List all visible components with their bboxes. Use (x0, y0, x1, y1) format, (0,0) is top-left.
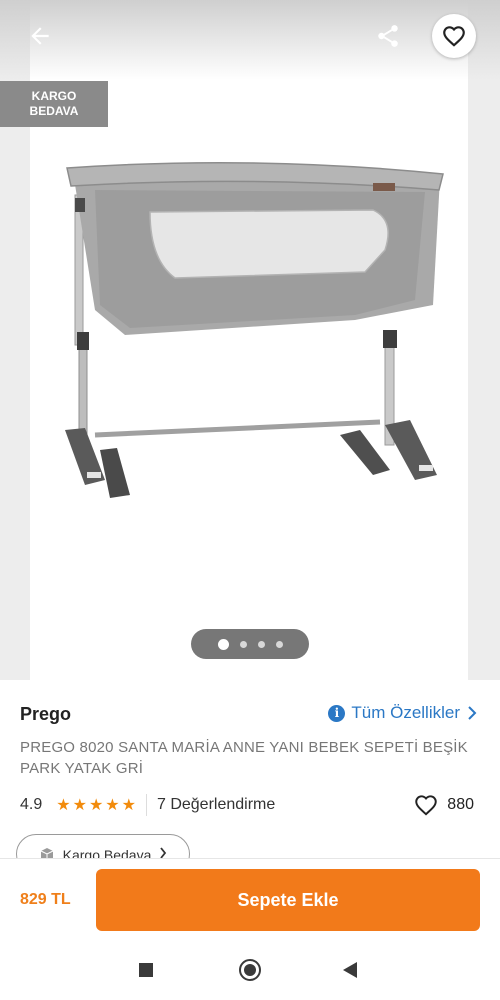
star-icon: ★ (72, 797, 87, 814)
gallery-pager[interactable] (191, 629, 309, 659)
free-shipping-badge: KARGO BEDAVA (0, 81, 108, 127)
product-price: 829 TL (20, 891, 71, 908)
product-title: PREGO 8020 SANTA MARİA ANNE YANI BEBEK S… (20, 739, 468, 777)
rating-value: 4.9 (20, 796, 43, 813)
like-button[interactable]: 880 (413, 792, 474, 818)
favorite-button[interactable] (432, 14, 476, 58)
divider (145, 794, 147, 816)
recent-apps-icon[interactable] (139, 963, 153, 977)
star-icon: ★ (121, 797, 136, 814)
share-button[interactable] (370, 18, 406, 54)
product-gallery[interactable]: KARGO BEDAVA (0, 0, 500, 680)
chevron-right-icon (468, 706, 477, 720)
brand-name[interactable]: Prego (20, 704, 71, 725)
add-to-cart-button[interactable]: Sepete Ekle (96, 869, 480, 931)
pager-dot[interactable] (239, 640, 247, 648)
arrow-left-icon (31, 27, 49, 45)
pager-dot[interactable] (275, 640, 283, 648)
star-icon: ★ (88, 797, 104, 814)
all-features-link[interactable]: i Tüm Özellikler (328, 703, 478, 723)
header-gradient (0, 0, 500, 80)
heart-outline-icon (415, 795, 438, 816)
heart-outline-icon (443, 26, 465, 47)
like-count: 880 (447, 796, 474, 813)
info-icon: i (328, 704, 346, 722)
star-rating: ★ ★ ★ ★ ★ (56, 795, 136, 815)
share-icon (378, 25, 398, 47)
pager-dot[interactable] (257, 640, 265, 648)
reviews-link[interactable]: 7 Değerlendirme (157, 796, 275, 814)
all-features-label: Tüm Özellikler (351, 703, 460, 722)
star-icon: ★ (105, 797, 120, 814)
cart-bar: 829 TL Sepete Ekle (0, 858, 500, 940)
system-nav-bar (0, 940, 500, 1000)
product-detail-screen: KARGO BEDAVA Prego i Tüm Özellikler PREG… (0, 0, 500, 1000)
rating-row: 4.9 ★ ★ ★ ★ ★ 7 Değerlendirme 880 (20, 792, 480, 818)
back-button[interactable] (22, 18, 58, 54)
badge-line-2: BEDAVA (29, 104, 79, 118)
nav-back-icon[interactable] (343, 962, 357, 978)
star-icon: ★ (56, 797, 71, 814)
product-image (65, 161, 444, 498)
home-icon[interactable] (239, 959, 261, 981)
pager-dot-active[interactable] (217, 638, 229, 650)
badge-line-1: KARGO (31, 89, 77, 103)
